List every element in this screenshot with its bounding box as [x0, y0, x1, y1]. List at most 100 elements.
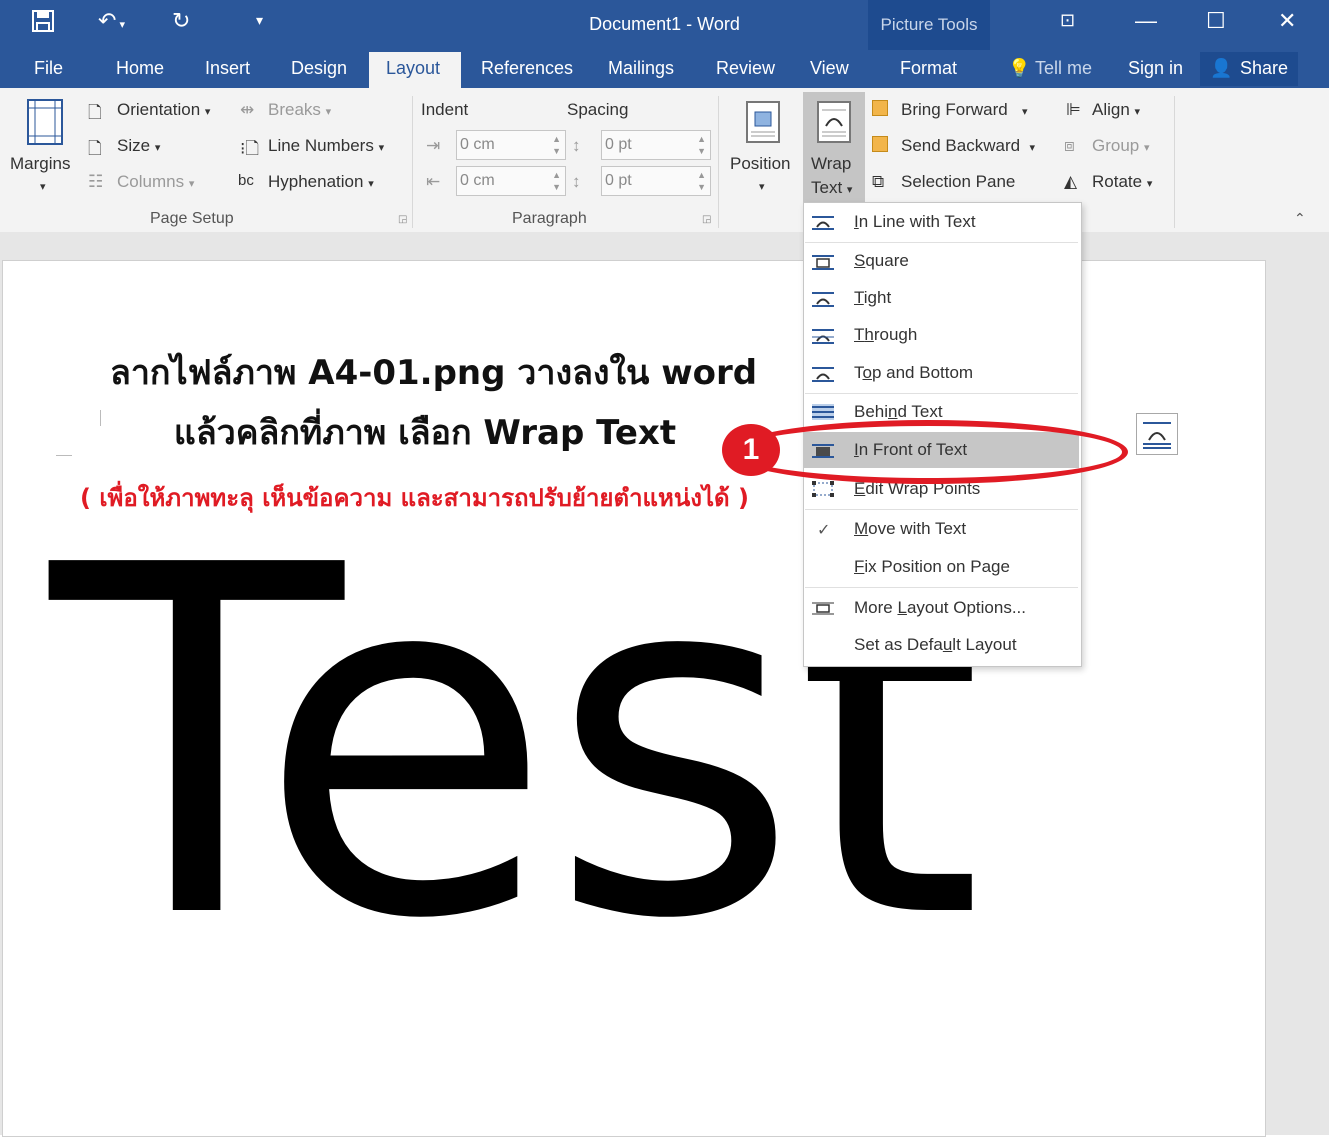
menu-separator	[805, 509, 1078, 510]
margins-dropdown-icon[interactable]: ▾	[40, 180, 46, 193]
minimize-button[interactable]: —	[1135, 8, 1157, 34]
indent-right-input[interactable]: 0 cm ▲ ▼	[456, 166, 566, 196]
tight-wrap-icon	[812, 292, 834, 307]
indent-left-input[interactable]: 0 cm ▲ ▼	[456, 130, 566, 160]
spacing-before-input[interactable]: 0 pt ▲ ▼	[601, 130, 711, 160]
wrap-text-icon	[816, 100, 852, 149]
picture-tools-label: Picture Tools	[880, 15, 978, 34]
group-separator	[718, 96, 719, 228]
breaks-icon: ⇹	[240, 100, 255, 119]
maximize-button[interactable]: ☐	[1206, 8, 1226, 34]
menu-item-through[interactable]: Through	[854, 325, 917, 345]
spacing-after-input[interactable]: 0 pt ▲ ▼	[601, 166, 711, 196]
paragraph-group-label: Paragraph	[512, 210, 587, 227]
align-button[interactable]: Align ▾	[1092, 100, 1140, 120]
bring-forward-button[interactable]: Bring Forward ▾	[901, 100, 1027, 120]
menu-item-behind-text[interactable]: Behind Text	[854, 402, 943, 422]
wrap-text-label-1: Wrap	[811, 154, 852, 173]
step-number-badge: 1	[722, 424, 780, 476]
menu-separator	[805, 393, 1078, 394]
menu-item-more-layout-options[interactable]: More Layout Options...	[854, 598, 1026, 618]
highlight-ellipse-annotation	[728, 420, 1128, 484]
rotate-icon: ◭	[1064, 172, 1078, 191]
send-backward-icon	[872, 136, 888, 157]
menu-item-fix-position-on-page[interactable]: Fix Position on Page	[854, 557, 1010, 577]
line-numbers-button[interactable]: Line Numbers ▾	[268, 136, 384, 156]
share-button[interactable]: Share	[1240, 58, 1288, 79]
spacing-before-icon: ↕	[572, 136, 581, 155]
indent-left-icon: ⇥	[426, 136, 441, 155]
hyphenation-button[interactable]: Hyphenation ▾	[268, 172, 374, 192]
layout-options-icon	[1143, 422, 1171, 449]
menu-item-in-line-with-text[interactable]: In Line with Text	[854, 212, 976, 232]
group-icon: ⧈	[1064, 136, 1075, 155]
top-and-bottom-icon	[812, 367, 834, 382]
line-numbers-icon: ⁝🗋	[240, 139, 260, 158]
hyphenation-icon: bc	[238, 172, 254, 189]
menu-item-set-as-default-layout[interactable]: Set as Default Layout	[854, 635, 1017, 655]
page-setup-group-label: Page Setup	[150, 210, 234, 227]
menu-separator	[805, 242, 1078, 243]
group-separator	[1174, 96, 1175, 228]
tab-review[interactable]: Review	[716, 58, 775, 79]
spacing-label: Spacing	[567, 100, 629, 119]
tab-design[interactable]: Design	[291, 58, 347, 79]
orientation-button[interactable]: Orientation ▾	[117, 100, 210, 120]
size-button[interactable]: Size ▾	[117, 136, 160, 156]
breaks-button[interactable]: Breaks ▾	[268, 100, 331, 120]
close-button[interactable]: ✕	[1278, 8, 1296, 34]
menu-item-square[interactable]: Square	[854, 251, 909, 271]
position-button[interactable]: Position	[730, 154, 790, 174]
align-icon: ⊫	[1066, 100, 1081, 119]
indent-right-icon: ⇤	[426, 172, 441, 191]
margins-button[interactable]: Margins	[10, 154, 70, 174]
group-separator	[412, 96, 413, 228]
position-dropdown-icon[interactable]: ▾	[759, 180, 765, 193]
tab-insert[interactable]: Insert	[205, 58, 250, 79]
inline-with-text-icon	[812, 216, 834, 230]
collapse-ribbon-icon[interactable]: ⌃	[1294, 210, 1306, 227]
ribbon-display-icon[interactable]: ⊡	[1060, 10, 1075, 31]
edit-wrap-points-icon	[812, 481, 834, 497]
tab-format[interactable]: Format	[900, 58, 957, 79]
margins-icon	[26, 98, 64, 151]
tab-file[interactable]: File	[34, 58, 63, 79]
position-icon	[745, 100, 781, 149]
behind-text-icon	[812, 404, 834, 420]
rotate-button[interactable]: Rotate ▾	[1092, 172, 1152, 192]
orientation-icon: 🗋	[88, 103, 102, 122]
tab-home[interactable]: Home	[116, 58, 164, 79]
margin-marker	[56, 455, 72, 456]
selection-pane-button[interactable]: Selection Pane	[901, 172, 1015, 192]
wrap-text-label-2: Text ▾	[811, 178, 853, 197]
tell-me-box[interactable]: Tell me	[1035, 58, 1092, 79]
selection-pane-icon: ⧉	[872, 172, 885, 191]
lightbulb-icon: 💡	[1008, 58, 1031, 78]
through-wrap-icon	[812, 329, 834, 344]
window-title: Document1 - Word	[589, 14, 740, 34]
layout-options-button[interactable]	[1136, 413, 1178, 455]
person-icon: 👤	[1210, 58, 1233, 78]
tab-mailings[interactable]: Mailings	[608, 58, 674, 79]
square-wrap-icon	[812, 255, 834, 270]
bring-forward-icon	[872, 100, 888, 121]
margin-marker	[100, 410, 101, 426]
paragraph-launcher-icon[interactable]: ◲	[702, 214, 711, 225]
tab-references[interactable]: References	[481, 58, 573, 79]
page-setup-launcher-icon[interactable]: ◲	[398, 214, 407, 225]
tab-layout[interactable]: Layout	[386, 58, 440, 79]
menu-item-move-with-text[interactable]: Move with Text	[854, 519, 966, 539]
sign-in-link[interactable]: Sign in	[1128, 58, 1183, 79]
instruction-line-2: แล้วคลิกที่ภาพ เลือก Wrap Text	[173, 413, 677, 453]
send-backward-button[interactable]: Send Backward ▾	[901, 136, 1035, 156]
group-button[interactable]: Group ▾	[1092, 136, 1150, 156]
size-icon: 🗋	[88, 139, 102, 158]
columns-icon: ☷	[88, 172, 104, 191]
columns-button[interactable]: Columns ▾	[117, 172, 194, 192]
tab-view[interactable]: View	[810, 58, 849, 79]
menu-item-top-and-bottom[interactable]: Top and Bottom	[854, 363, 973, 383]
menu-item-tight[interactable]: Tight	[854, 288, 891, 308]
spacing-after-icon: ↕	[572, 172, 581, 191]
indent-label: Indent	[421, 100, 469, 119]
instruction-line-1: ลากไฟล์ภาพ A4-01.png วางลงใน word	[110, 353, 758, 393]
